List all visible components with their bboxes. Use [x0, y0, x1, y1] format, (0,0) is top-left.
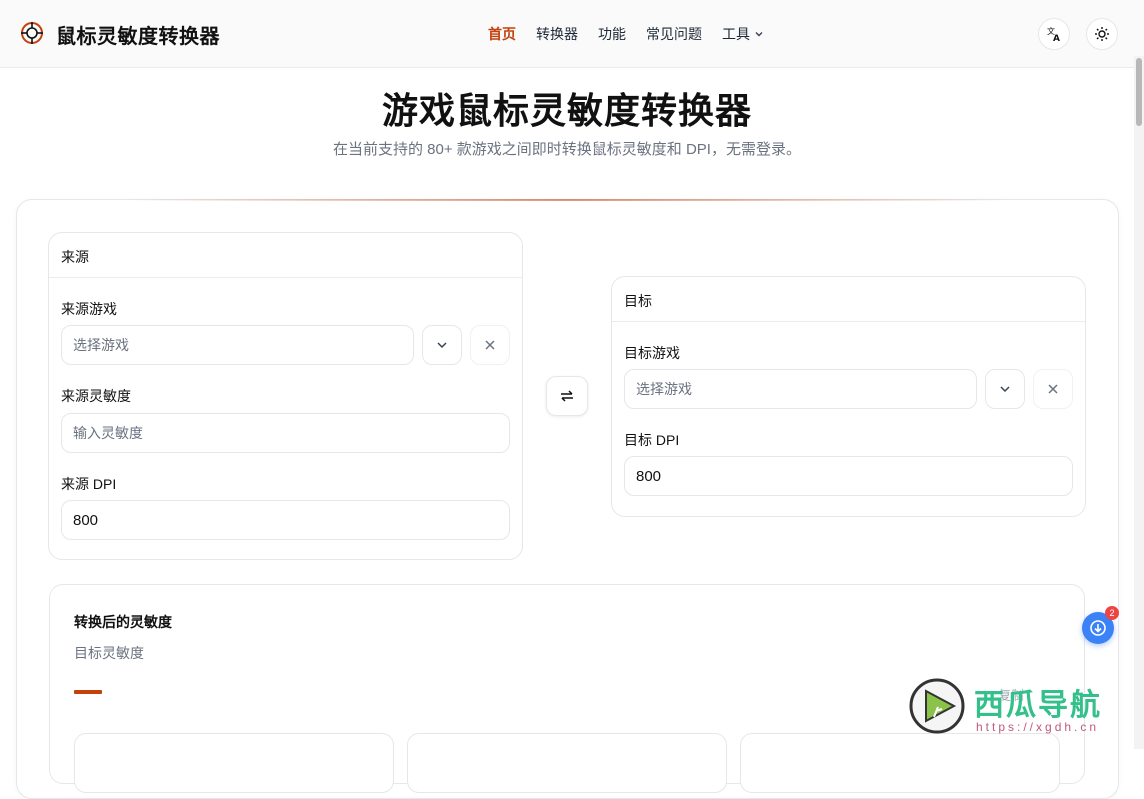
target-game-label: 目标游戏: [624, 345, 680, 361]
source-game-label: 来源游戏: [61, 301, 117, 317]
download-icon: [1090, 620, 1106, 636]
swap-arrows-icon: [561, 390, 573, 402]
target-game-select[interactable]: 选择游戏: [624, 369, 977, 409]
result-detail-box-3: [740, 733, 1060, 793]
source-game-clear-button[interactable]: [470, 325, 510, 365]
source-sens-placeholder: 输入灵敏度: [73, 425, 143, 441]
translate-icon: 文 A: [1047, 26, 1060, 42]
chevron-down-icon: [437, 342, 447, 349]
result-title: 转换后的灵敏度: [74, 614, 172, 630]
target-dpi-input[interactable]: 800: [624, 456, 1073, 496]
nav-home[interactable]: 首页: [488, 24, 516, 44]
theme-toggle-button[interactable]: [1086, 18, 1118, 50]
scrollbar-thumb[interactable]: [1136, 58, 1142, 126]
swap-button[interactable]: [546, 376, 588, 416]
nav-faq[interactable]: 常见问题: [646, 24, 702, 44]
page-title: 游戏鼠标灵敏度转换器: [381, 90, 752, 131]
source-dpi-value: 800: [73, 511, 99, 529]
card-top-accent: [17, 199, 1118, 201]
nav-tools-label: 工具: [722, 26, 750, 42]
chevron-down-icon: [755, 32, 763, 37]
target-game-placeholder: 选择游戏: [636, 381, 692, 397]
source-game-select[interactable]: 选择游戏: [61, 325, 414, 365]
target-game-clear-button[interactable]: [1033, 369, 1073, 409]
target-dpi-value: 800: [636, 467, 662, 485]
brand-title[interactable]: 鼠标灵敏度转换器: [56, 20, 220, 49]
source-dpi-label: 来源 DPI: [61, 476, 117, 492]
target-dpi-label: 目标 DPI: [624, 432, 680, 448]
result-detail-box-2: [407, 733, 727, 793]
close-icon: [485, 340, 495, 350]
result-value-placeholder-bar: [74, 690, 102, 694]
watermark-url: https://xgdh.cn: [976, 720, 1100, 734]
source-panel-title: 来源: [49, 233, 522, 278]
watermark-text: 西瓜导航: [974, 689, 1102, 722]
scrollbar-track[interactable]: [1134, 56, 1144, 749]
result-subtitle: 目标灵敏度: [74, 645, 144, 661]
crosshair-logo-icon[interactable]: [20, 21, 44, 45]
svg-text:A: A: [1053, 34, 1060, 42]
source-sens-input[interactable]: 输入灵敏度: [61, 413, 510, 453]
nav-converter[interactable]: 转换器: [536, 24, 578, 44]
watermelon-logo-icon: [909, 678, 965, 734]
chevron-down-icon: [1000, 386, 1010, 393]
result-detail-box-1: [74, 733, 394, 793]
sun-icon: [1095, 27, 1109, 41]
page-subtitle: 在当前支持的 80+ 款游戏之间即时转换鼠标灵敏度和 DPI，无需登录。: [333, 141, 801, 158]
nav-tools[interactable]: 工具: [722, 24, 764, 44]
source-dpi-input[interactable]: 800: [61, 500, 510, 540]
language-button[interactable]: 文 A: [1038, 18, 1070, 50]
nav-features[interactable]: 功能: [598, 24, 626, 44]
target-panel-title: 目标: [612, 277, 1085, 322]
top-navbar: 鼠标灵敏度转换器 首页 转换器 功能 常见问题 工具 文 A: [0, 0, 1144, 68]
target-game-dropdown-button[interactable]: [985, 369, 1025, 409]
source-sens-label: 来源灵敏度: [61, 388, 131, 404]
source-game-placeholder: 选择游戏: [73, 337, 129, 353]
main-nav: 首页 转换器 功能 常见问题 工具: [488, 24, 764, 44]
source-game-dropdown-button[interactable]: [422, 325, 462, 365]
close-icon: [1048, 384, 1058, 394]
notification-badge: 2: [1105, 606, 1119, 620]
